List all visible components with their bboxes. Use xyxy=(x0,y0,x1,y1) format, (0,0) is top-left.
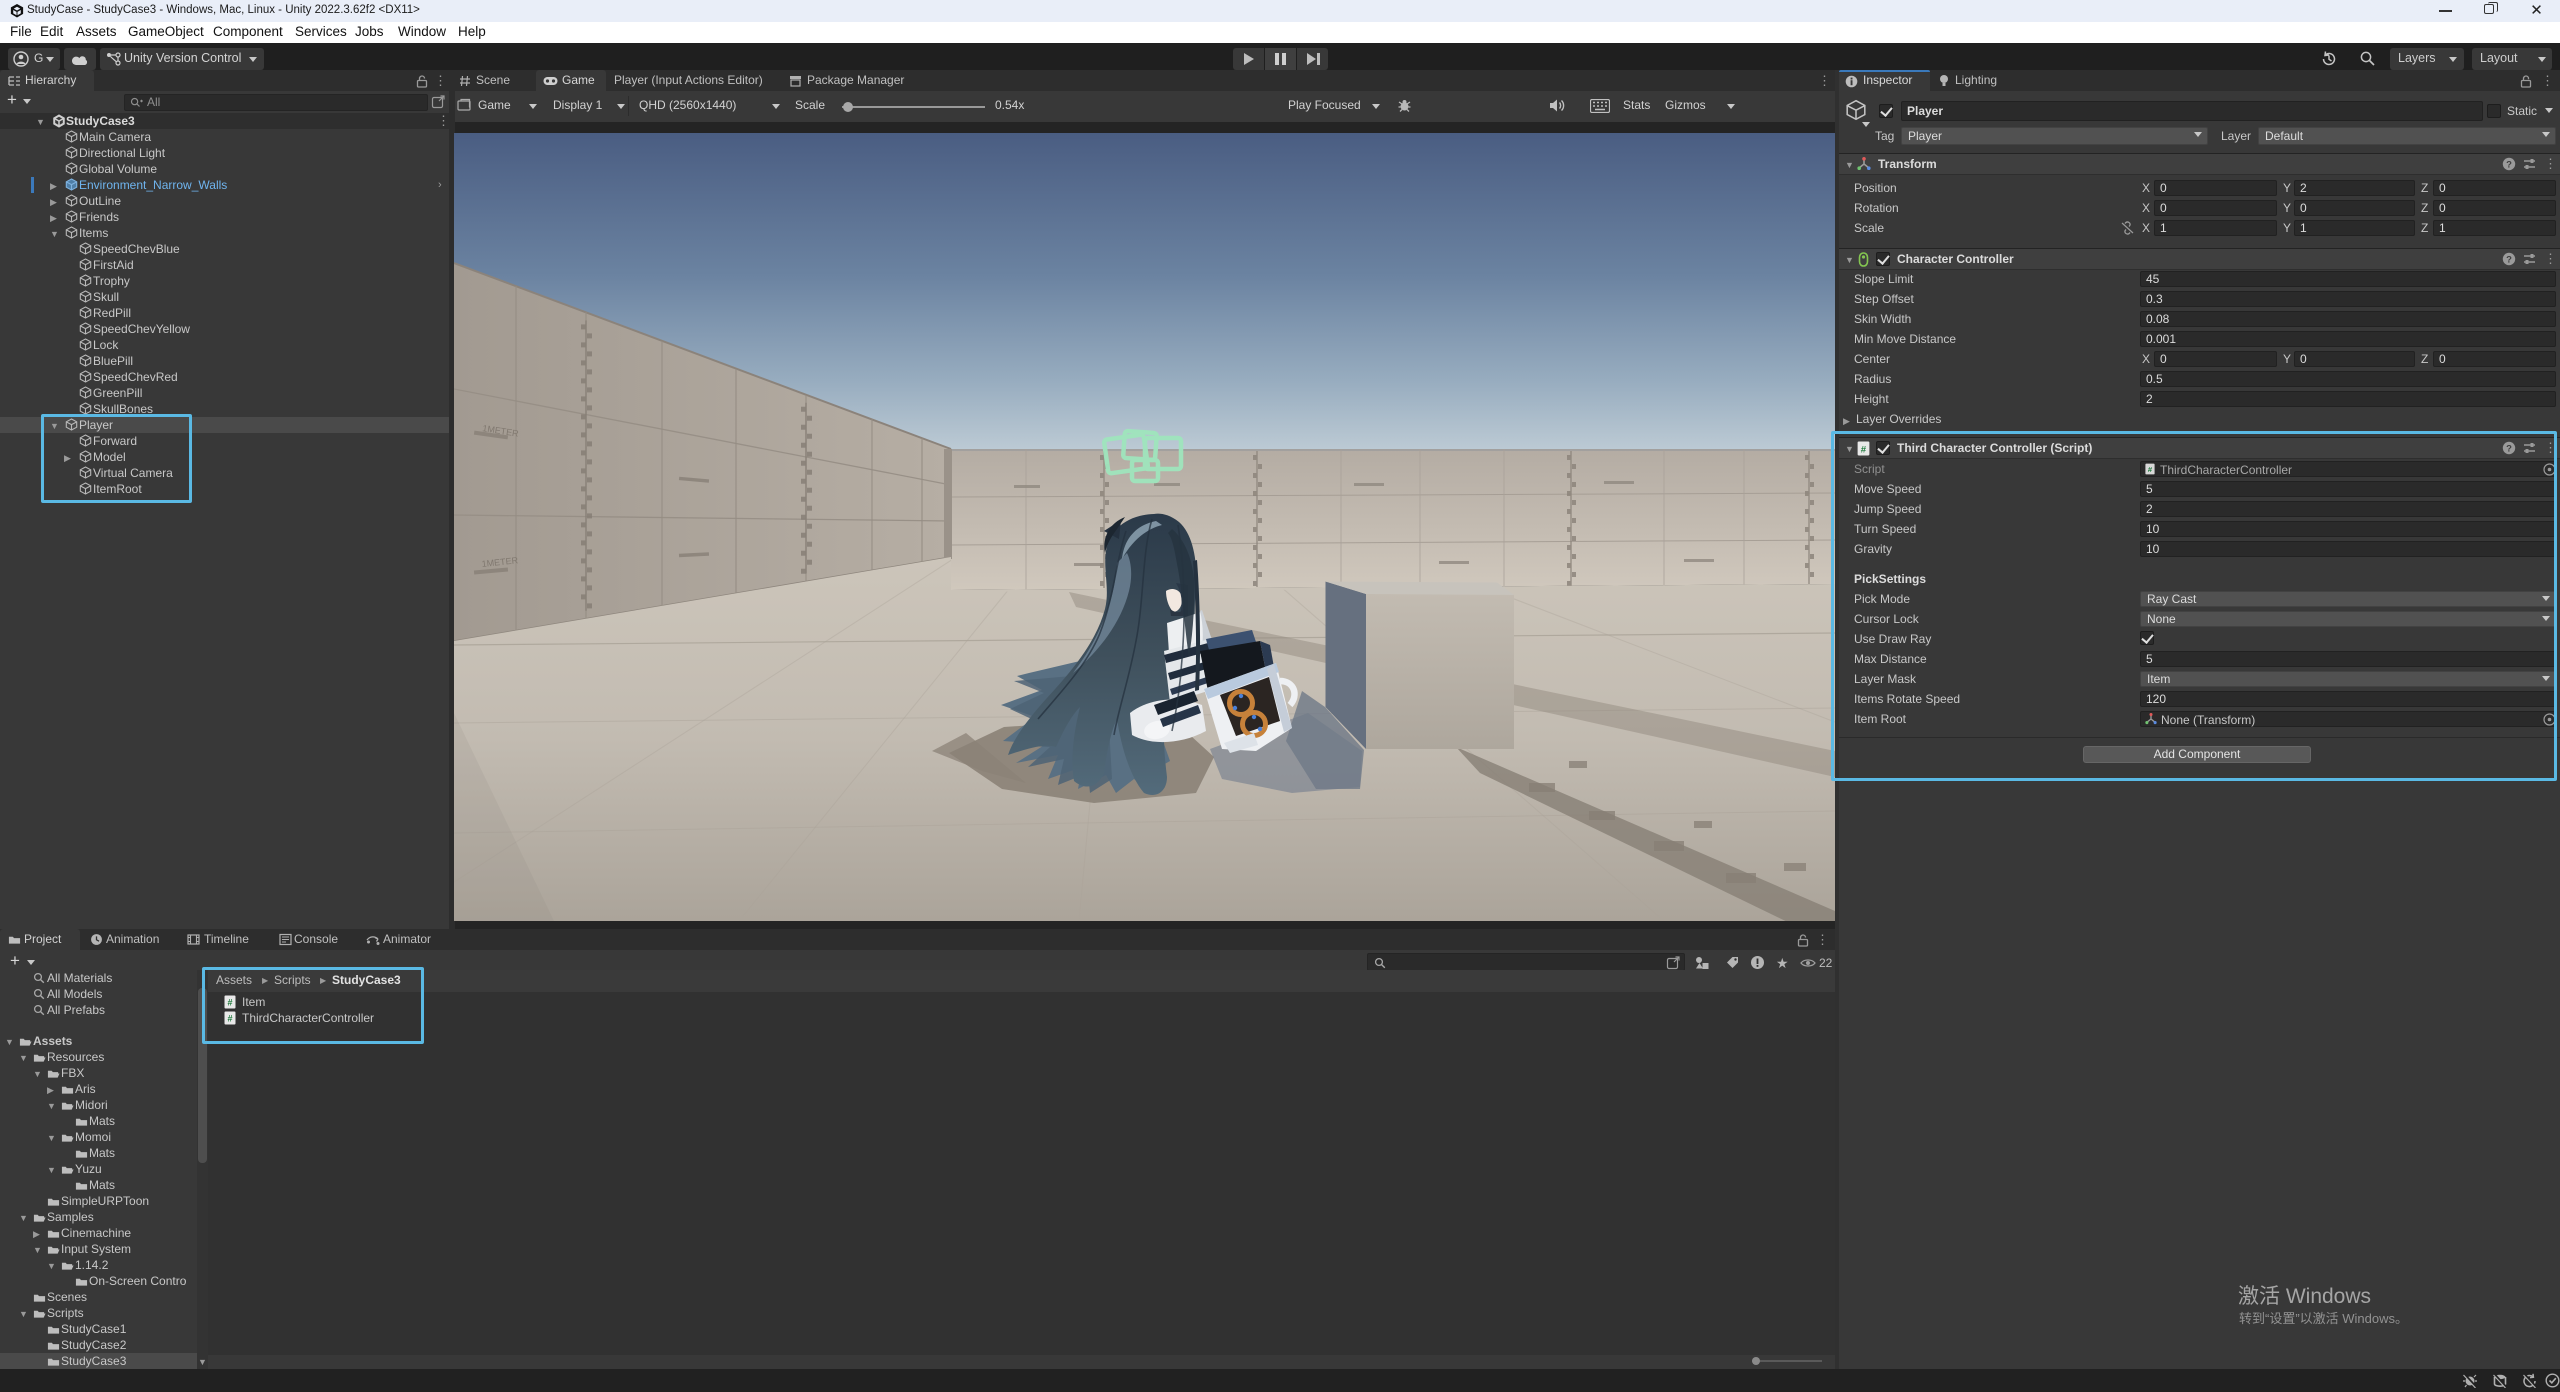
svg-text:?: ? xyxy=(2506,159,2512,170)
svg-text:?: ? xyxy=(2506,254,2512,265)
